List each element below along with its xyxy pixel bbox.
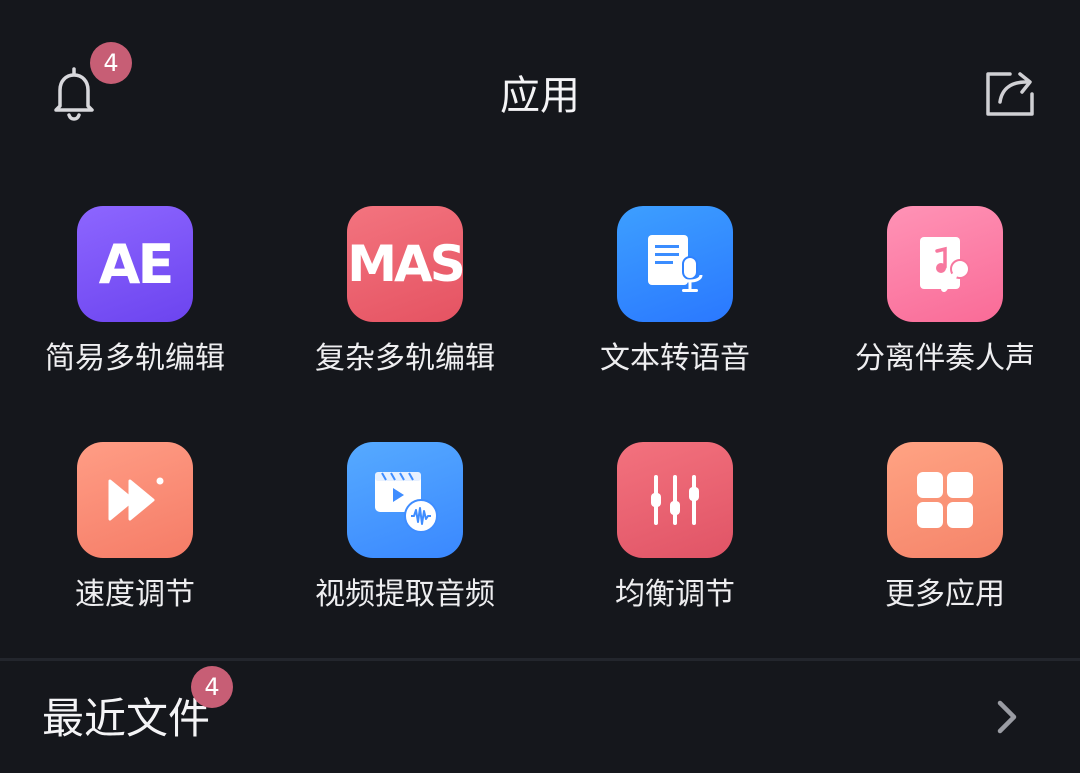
recent-files-badge: 4 bbox=[191, 666, 233, 708]
app-screen: 4 应用 AE 简易多轨编辑 MAS 复杂多轨编辑 文本转语音 分离伴奏人声 速… bbox=[0, 0, 1080, 773]
app-complex-multitrack[interactable]: MAS 复杂多轨编辑 bbox=[275, 206, 535, 406]
app-more[interactable]: 更多应用 bbox=[815, 442, 1075, 642]
app-label: 简易多轨编辑 bbox=[45, 341, 225, 376]
app-simple-multitrack[interactable]: AE 简易多轨编辑 bbox=[5, 206, 265, 406]
video-audio-extract-icon bbox=[347, 442, 463, 558]
app-extract-audio[interactable]: 视频提取音频 bbox=[275, 442, 535, 642]
app-label: 文本转语音 bbox=[600, 341, 750, 376]
app-label: 视频提取音频 bbox=[315, 577, 495, 612]
recent-files-row[interactable]: 最近文件 4 bbox=[0, 661, 1080, 773]
recent-files-label: 最近文件 bbox=[42, 694, 211, 743]
grid-apps-icon bbox=[887, 442, 1003, 558]
mas-logo-icon: MAS bbox=[347, 206, 466, 322]
app-label: 速度调节 bbox=[75, 577, 195, 612]
app-speed-adjust[interactable]: 速度调节 bbox=[5, 442, 265, 642]
music-note-karaoke-icon bbox=[887, 206, 1003, 322]
share-icon[interactable] bbox=[984, 68, 1036, 118]
equalizer-sliders-icon bbox=[617, 442, 733, 558]
document-microphone-icon bbox=[617, 206, 733, 322]
app-label: 均衡调节 bbox=[615, 577, 735, 612]
header: 4 应用 bbox=[0, 0, 1080, 190]
chevron-right-icon bbox=[997, 700, 1017, 734]
ae-logo-icon: AE bbox=[77, 206, 193, 322]
app-separate-vocals[interactable]: 分离伴奏人声 bbox=[815, 206, 1075, 406]
app-equalizer[interactable]: 均衡调节 bbox=[545, 442, 805, 642]
app-label: 更多应用 bbox=[885, 577, 1005, 612]
app-label: 复杂多轨编辑 bbox=[315, 341, 495, 376]
app-label: 分离伴奏人声 bbox=[855, 341, 1035, 376]
fast-forward-icon bbox=[77, 442, 193, 558]
page-title: 应用 bbox=[500, 73, 580, 119]
app-text-to-speech[interactable]: 文本转语音 bbox=[545, 206, 805, 406]
